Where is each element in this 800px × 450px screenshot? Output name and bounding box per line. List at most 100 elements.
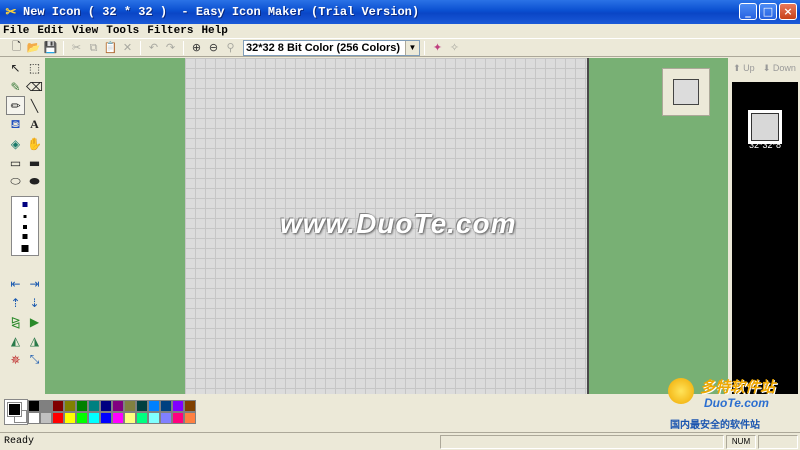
palette-swatch[interactable] (28, 412, 40, 424)
palette-swatch[interactable] (160, 400, 172, 412)
palette-swatch[interactable] (172, 412, 184, 424)
toolbar: 🗋 📂 💾 ✂ ⧉ 📋 ✕ ↶ ↷ ⊕ ⊖ ⚲ 32*32 8 Bit Colo… (0, 38, 800, 57)
rectangle-outline-tool-icon[interactable]: ▭ (6, 153, 25, 172)
close-button[interactable]: × (779, 3, 797, 20)
brush-size-2[interactable] (23, 215, 27, 218)
menu-view[interactable]: View (72, 25, 98, 37)
palette-swatch[interactable] (100, 400, 112, 412)
rectangle-filled-tool-icon[interactable]: ▬ (25, 153, 44, 172)
delete-icon[interactable]: ✕ (119, 40, 136, 56)
palette-swatch[interactable] (112, 412, 124, 424)
shift-right-tool-icon[interactable]: ⇥ (25, 274, 44, 293)
palette-swatch[interactable] (88, 400, 100, 412)
flip-vertical-tool-icon[interactable]: ▶ (25, 312, 44, 331)
add-format-icon[interactable]: ✦ (429, 40, 446, 56)
remove-format-icon[interactable]: ✧ (446, 40, 463, 56)
rotate-left-tool-icon[interactable]: ◭ (6, 331, 25, 350)
flip-horizontal-tool-icon[interactable]: ⧎ (6, 312, 25, 331)
cut-icon[interactable]: ✂ (68, 40, 85, 56)
open-folder-icon[interactable]: 📂 (25, 40, 42, 56)
rotate-right-tool-icon[interactable]: ◮ (25, 331, 44, 350)
shift-down-tool-icon[interactable]: ⇣ (25, 293, 44, 312)
brush-size-3[interactable] (23, 225, 27, 229)
palette-swatch[interactable] (40, 412, 52, 424)
palette-swatch[interactable] (124, 412, 136, 424)
magic-tool-icon[interactable]: ✵ (6, 350, 25, 369)
palette-swatch[interactable] (136, 400, 148, 412)
palette-swatch[interactable] (64, 412, 76, 424)
fill-tool-icon[interactable]: ⛾ (6, 115, 25, 134)
line-tool-icon[interactable]: ╲ (25, 96, 44, 115)
ellipse-outline-tool-icon[interactable]: ⬭ (6, 172, 25, 191)
workspace[interactable]: www.DuoTe.com (45, 58, 728, 394)
logo-icon (668, 378, 694, 404)
menu-tools[interactable]: Tools (106, 25, 139, 37)
hand-tool-icon[interactable]: ✋ (25, 134, 44, 153)
palette-swatch[interactable] (52, 400, 64, 412)
palette-swatch[interactable] (160, 412, 172, 424)
logo-subtitle: 国内最安全的软件站 (670, 420, 760, 431)
text-tool-icon[interactable]: A (25, 115, 44, 134)
palette-swatch[interactable] (76, 412, 88, 424)
brush-size-selector[interactable] (11, 196, 39, 256)
eraser-tool-icon[interactable]: ⌫ (25, 77, 44, 96)
pointer-tool-icon[interactable]: ↖ (6, 58, 25, 77)
icon-canvas[interactable]: www.DuoTe.com (185, 58, 589, 394)
menu-filters[interactable]: Filters (147, 25, 193, 37)
palette-swatch[interactable] (148, 400, 160, 412)
chevron-down-icon[interactable]: ▼ (405, 40, 419, 55)
palette-swatch[interactable] (28, 400, 40, 412)
palette-swatch[interactable] (64, 400, 76, 412)
palette-swatch[interactable] (148, 412, 160, 424)
minimize-button[interactable]: _ (739, 3, 757, 20)
menu-help[interactable]: Help (201, 25, 227, 37)
resize-tool-icon[interactable]: ⤡ (25, 350, 44, 369)
title-bar[interactable]: ✂ New Icon ( 32 * 32 ) - Easy Icon Maker… (0, 0, 800, 24)
palette-swatch[interactable] (112, 400, 124, 412)
color-replace-tool-icon[interactable]: ◈ (6, 134, 25, 153)
palette-swatch[interactable] (136, 412, 148, 424)
app-icon[interactable]: ✂ (4, 5, 18, 19)
format-item[interactable] (748, 110, 782, 144)
rectangle-select-tool-icon[interactable]: ⬚ (25, 58, 44, 77)
brush-size-1[interactable] (22, 202, 28, 207)
foreground-color-swatch[interactable] (7, 402, 22, 417)
logo-chinese-text: 多特软件站 (700, 378, 776, 396)
format-up-button[interactable]: ⬆ Up (733, 63, 755, 74)
redo-icon[interactable]: ↷ (162, 40, 179, 56)
shift-up-tool-icon[interactable]: ⇡ (6, 293, 25, 312)
copy-icon[interactable]: ⧉ (85, 40, 102, 56)
watermark-text: www.DuoTe.com (280, 208, 517, 239)
palette-swatch[interactable] (184, 412, 196, 424)
palette-swatch[interactable] (40, 400, 52, 412)
palette-swatch[interactable] (100, 412, 112, 424)
format-down-button[interactable]: ⬇ Down (763, 63, 796, 74)
save-icon[interactable]: 💾 (42, 40, 59, 56)
eyedropper-tool-icon[interactable]: ✎ (6, 77, 25, 96)
palette-swatch[interactable] (184, 400, 196, 412)
paste-icon[interactable]: 📋 (102, 40, 119, 56)
zoom-icon[interactable]: ⚲ (222, 40, 239, 56)
brush-size-5[interactable] (21, 245, 29, 252)
status-pane-extra (758, 434, 798, 449)
color-mode-select[interactable]: 32*32 8 Bit Color (256 Colors) ▼ (243, 39, 420, 56)
toolbox: ↖ ⬚ ✎ ⌫ ✏ ╲ ⛾ A ◈ ✋ ▭ ▬ ⬭ ⬬ ⇤ ⇥ ⇡ ⇣ ⧎ ▶ … (4, 58, 44, 395)
format-item-label: 32*32*8 (748, 140, 782, 150)
menu-file[interactable]: File (3, 25, 29, 37)
menu-edit[interactable]: Edit (37, 25, 63, 37)
ellipse-filled-tool-icon[interactable]: ⬬ (25, 172, 44, 191)
palette-swatch[interactable] (52, 412, 64, 424)
maximize-button[interactable]: □ (759, 3, 777, 20)
palette-swatch[interactable] (76, 400, 88, 412)
palette-swatch[interactable] (124, 400, 136, 412)
shift-left-tool-icon[interactable]: ⇤ (6, 274, 25, 293)
zoom-in-icon[interactable]: ⊕ (188, 40, 205, 56)
palette-swatch[interactable] (172, 400, 184, 412)
palette-swatch[interactable] (88, 412, 100, 424)
color-selector[interactable] (4, 399, 28, 425)
brush-size-4[interactable] (22, 234, 28, 239)
pencil-tool-icon[interactable]: ✏ (6, 96, 25, 115)
undo-icon[interactable]: ↶ (145, 40, 162, 56)
new-file-icon[interactable]: 🗋 (8, 40, 25, 56)
zoom-out-icon[interactable]: ⊖ (205, 40, 222, 56)
